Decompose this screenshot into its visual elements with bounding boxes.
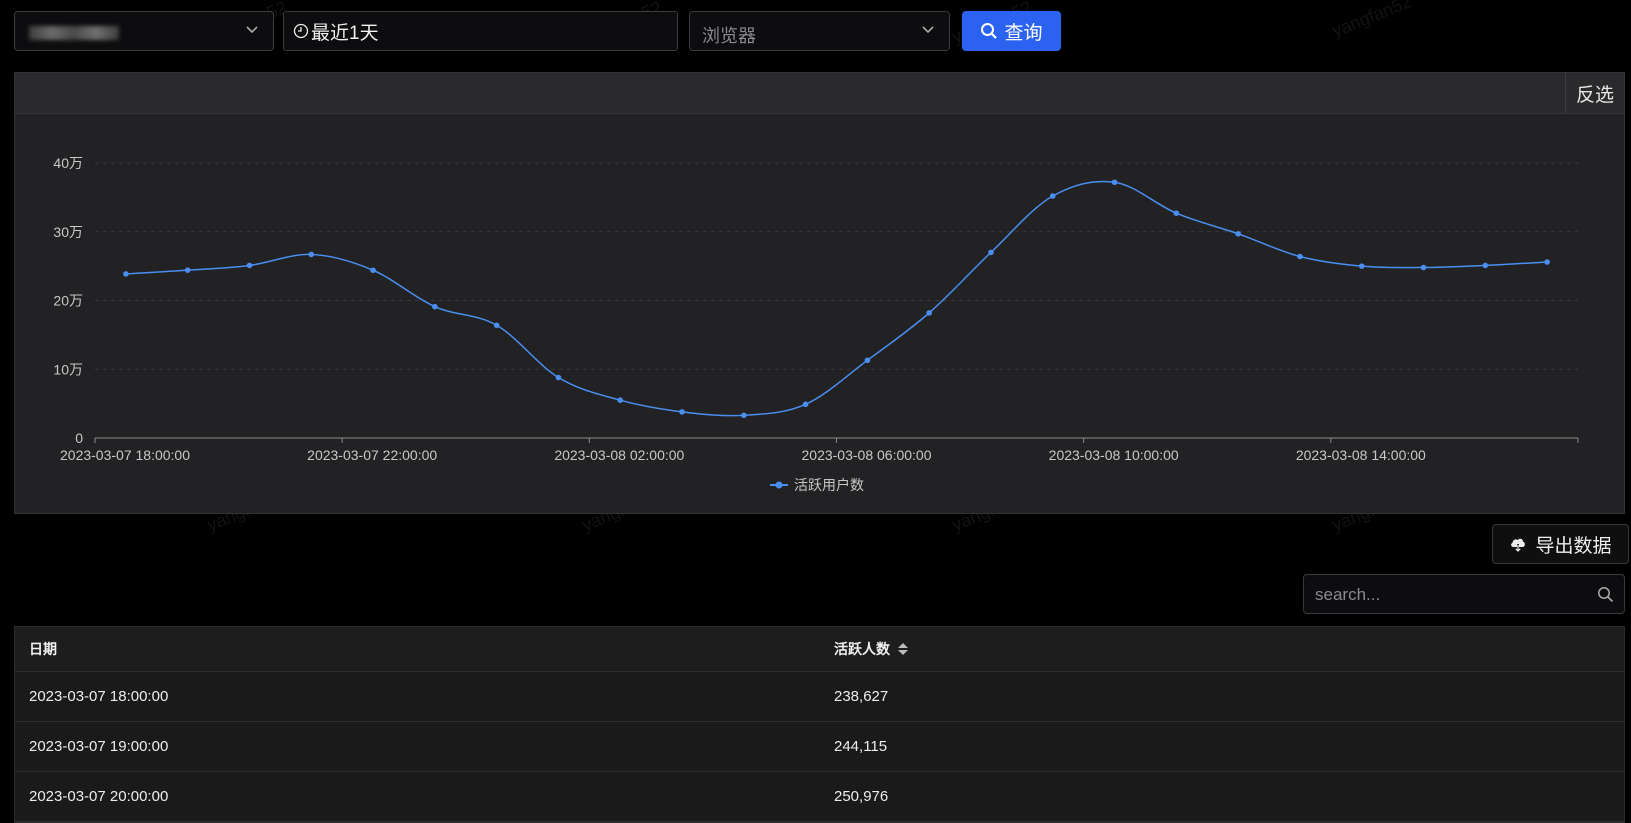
y-tick-label: 10万 [53, 361, 83, 377]
active-users-line-chart: 0 10万 20万 30万 40万 2023-03-07 18:00:00 2023-03-… [53, 155, 1579, 493]
data-point [184, 267, 191, 273]
data-point [493, 322, 500, 329]
x-tick-label: 2023-03-08 06:00:00 [802, 447, 932, 463]
data-point [1482, 262, 1489, 269]
cell-date: 2023-03-07 18:00:00 [29, 688, 169, 705]
legend-marker [775, 481, 783, 489]
table-header: 日期 活跃人数 [15, 627, 1624, 672]
data-point [1420, 264, 1427, 271]
table-row: 2023-03-07 19:00:00 244,115 [15, 722, 1624, 772]
search-icon[interactable] [1597, 586, 1614, 603]
x-tick-label: 2023-03-07 18:00:00 [60, 447, 190, 463]
y-tick-label: 20万 [53, 293, 83, 309]
sort-icon[interactable] [898, 643, 908, 655]
cloud-download-icon [1511, 538, 1526, 553]
y-tick-label: 40万 [53, 155, 83, 171]
table-search[interactable] [1303, 574, 1625, 615]
column-header-active-count-label: 活跃人数 [834, 641, 890, 657]
app-select[interactable] [14, 11, 274, 51]
browser-placeholder: 浏览器 [702, 26, 756, 46]
series-line-active-users [125, 180, 1548, 417]
data-point [1173, 210, 1180, 216]
export-label: 导出数据 [1535, 535, 1612, 557]
data-point [988, 249, 994, 256]
cell-active-count: 238,627 [834, 688, 889, 705]
chevron-down-icon [922, 26, 934, 34]
chart-panel: 反选 0 10万 20万 30万 40万 2023-03-07 18:00:00 2023-… [14, 72, 1625, 514]
column-header-active-count[interactable]: 活跃人数 [834, 627, 908, 671]
column-header-date[interactable]: 日期 [29, 627, 57, 671]
y-tick-label: 30万 [53, 224, 83, 240]
cell-date: 2023-03-07 19:00:00 [29, 738, 169, 755]
search-icon [981, 23, 998, 39]
query-label: 查询 [1004, 22, 1043, 44]
clock-icon [293, 23, 309, 39]
x-tick-label: 2023-03-08 10:00:00 [1049, 447, 1179, 463]
data-point [1297, 253, 1303, 260]
legend-label: 活跃用户数 [794, 477, 864, 493]
export-data-button[interactable]: 导出数据 [1492, 524, 1629, 564]
y-tick-label: 0 [75, 430, 83, 446]
data-point [370, 267, 376, 274]
query-button[interactable]: 查询 [962, 11, 1061, 51]
x-tick-label: 2023-03-07 22:00:00 [307, 447, 437, 463]
data-point [123, 271, 129, 277]
x-tick-label: 2023-03-08 14:00:00 [1296, 447, 1426, 463]
data-point [741, 412, 747, 419]
data-point [1235, 231, 1241, 237]
data-point [308, 251, 315, 258]
cell-date: 2023-03-07 20:00:00 [29, 788, 169, 805]
data-point [1358, 263, 1365, 269]
data-table: 日期 活跃人数 2023-03-07 18:00:00 238,627 2023… [14, 626, 1625, 823]
chevron-down-icon [246, 26, 258, 34]
cell-active-count: 250,976 [834, 788, 889, 805]
data-point [432, 303, 438, 310]
data-point [1049, 193, 1056, 199]
data-point [555, 374, 562, 381]
data-point [246, 262, 253, 269]
time-range-value: 最近1天 [311, 22, 379, 44]
data-point [926, 310, 932, 316]
search-input[interactable] [1313, 575, 1587, 615]
data-point [1111, 179, 1118, 186]
table-row: 2023-03-07 18:00:00 238,627 [15, 672, 1624, 722]
watermark-text: yangfan52 [1329, 0, 1415, 42]
data-point [1544, 259, 1550, 265]
redacted-app-name [29, 26, 119, 40]
cell-active-count: 244,115 [834, 738, 888, 755]
data-point [864, 357, 871, 364]
time-range-picker[interactable]: 最近1天 [283, 11, 678, 51]
table-row: 2023-03-07 20:00:00 250,976 [15, 772, 1624, 822]
x-tick-label: 2023-03-08 02:00:00 [554, 447, 684, 463]
data-point [802, 401, 809, 408]
data-point [617, 397, 624, 403]
browser-select[interactable]: 浏览器 [689, 11, 950, 51]
data-point [679, 409, 685, 415]
